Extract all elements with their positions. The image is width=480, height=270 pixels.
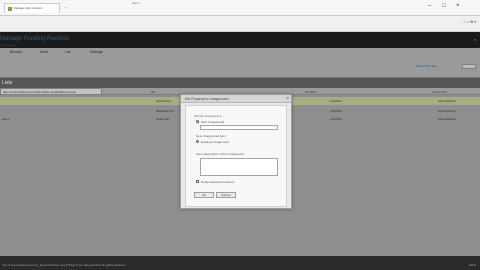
apply-label: Set this property to a — [194, 114, 222, 118]
browser-tab[interactable]: Manage Site Content — [4, 3, 60, 13]
browser-tools-icons[interactable]: ☆ ⌂ ⚙ ▾ — [463, 20, 476, 24]
new-item-label: New Unapproved item — [196, 134, 226, 138]
site-header: Manage Pending Records Site Actions ▾ — [0, 32, 480, 48]
ribbon: Browse Items List Settings Search this s… — [0, 48, 480, 78]
close-window-icon[interactable]: × — [456, 3, 460, 9]
minimize-icon[interactable]: – — [428, 3, 431, 9]
row-created-by: Administrator — [438, 99, 456, 103]
zoom-level[interactable]: 100% — [468, 263, 476, 267]
notify-checkbox[interactable] — [196, 180, 199, 183]
notify-label: Notify selected reviewers — [201, 180, 235, 184]
row-side-tag: Items — [2, 117, 10, 121]
ribbon-tab-browse[interactable]: Browse — [10, 50, 22, 54]
modal-dialog: Set Property to Unapproved × Set this pr… — [180, 94, 292, 209]
address-bar[interactable]: http:// — [132, 1, 232, 5]
column-header-created-by[interactable]: Created By — [432, 90, 447, 94]
browser-titlebar: Manage Site Content + http:// – □ × — [0, 0, 480, 16]
new-name-input[interactable] — [200, 125, 278, 130]
close-icon[interactable]: × — [286, 96, 289, 102]
tab-title: Manage Site Content — [14, 6, 43, 10]
new-tab-button[interactable]: + — [64, 5, 66, 10]
description-textarea[interactable] — [200, 158, 278, 176]
row-modified: 1/1/2012 — [330, 109, 342, 113]
row-modified: 1/1/2012 — [330, 117, 342, 121]
section-title: Lists — [2, 80, 13, 86]
dialog-title: Set Property to Unapproved — [185, 97, 229, 101]
row-modified: 1/1/2012 — [330, 99, 342, 103]
ribbon-tab-settings[interactable]: Settings — [90, 50, 103, 54]
row-title[interactable]: Workflow Doc — [156, 109, 174, 113]
favicon-icon — [8, 7, 12, 11]
ribbon-tab-items[interactable]: Items — [40, 50, 49, 54]
site-actions-link[interactable]: Site Actions — [0, 43, 16, 47]
description-label: Set a description of the Unapproved — [196, 152, 244, 156]
section-header: Lists — [0, 78, 480, 88]
ribbon-tab-list[interactable]: List — [65, 50, 70, 54]
page-title: Manage Pending Records — [0, 36, 70, 42]
dialog-body: Set this property to a New Unapproved Ne… — [185, 105, 287, 207]
row-created-by: Administrator — [438, 117, 456, 121]
radio-existing-label: Existing Unapproved — [201, 140, 229, 144]
column-header-title[interactable]: Title — [150, 90, 156, 94]
row-title[interactable]: New Policy — [156, 99, 171, 103]
site-search: Search this site — [416, 64, 476, 70]
cancel-button[interactable]: Cancel — [216, 192, 236, 198]
status-url: http://intranet/sites/records/_layouts/l… — [2, 263, 127, 267]
row-title[interactable]: Notice file — [156, 117, 169, 121]
ok-button[interactable]: Ok — [194, 192, 214, 198]
column-header-modified[interactable]: Modified — [305, 90, 316, 94]
dialog-titlebar: Set Property to Unapproved × — [181, 95, 291, 103]
maximize-icon[interactable]: □ — [442, 3, 446, 9]
search-input[interactable] — [462, 64, 476, 69]
search-link[interactable]: Search this site — [416, 64, 437, 68]
row-created-by: Administrator — [438, 109, 456, 113]
browser-command-bar: ☆ ⌂ ⚙ ▾ — [0, 16, 480, 32]
status-bar: http://intranet/sites/records/_layouts/l… — [0, 256, 480, 270]
url-tooltip: http://intranet/sites/records/Lists/Pend… — [0, 88, 102, 95]
radio-new[interactable] — [196, 120, 199, 123]
user-menu-icon[interactable]: ▾ — [474, 38, 476, 42]
radio-existing[interactable] — [196, 140, 199, 143]
radio-new-label: New Unapproved — [201, 120, 225, 124]
